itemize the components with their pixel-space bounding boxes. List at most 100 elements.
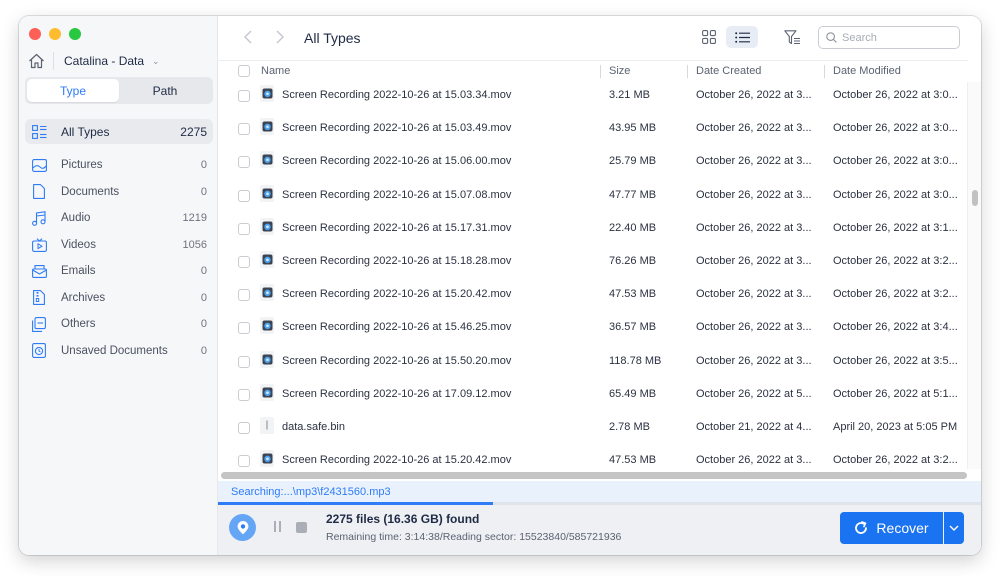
table-row[interactable]: data.safe.bin 2.78 MB October 21, 2022 at … xyxy=(218,415,968,448)
sidebar-item-label: Archives xyxy=(61,291,106,304)
table-row[interactable]: Screen Recording 2022-10-26 at 15.07.08.… xyxy=(218,183,968,216)
search-input[interactable] xyxy=(842,31,952,44)
stop-button[interactable] xyxy=(296,522,307,533)
file-size: 2.78 MB xyxy=(609,421,650,433)
filter-icon xyxy=(783,29,800,44)
video-icon xyxy=(31,237,47,253)
home-icon[interactable] xyxy=(27,52,45,70)
sidebar-item-count: 0 xyxy=(200,344,207,357)
list-view-button[interactable] xyxy=(726,26,758,48)
video-file-icon xyxy=(260,85,274,102)
table-row[interactable]: Screen Recording 2022-10-26 at 15.03.34.… xyxy=(218,83,968,116)
close-window-button[interactable] xyxy=(29,28,41,40)
zoom-window-button[interactable] xyxy=(69,28,81,40)
sidebar-item-archives[interactable]: Archives 0 xyxy=(25,285,213,312)
search-box[interactable] xyxy=(818,26,960,49)
sidebar-item-others[interactable]: Others 0 xyxy=(25,311,213,338)
recover-button[interactable]: Recover xyxy=(840,512,943,544)
row-checkbox[interactable] xyxy=(238,322,250,335)
vertical-scrollbar-thumb[interactable] xyxy=(972,190,978,206)
table-row[interactable]: Screen Recording 2022-10-26 at 15.17.31.… xyxy=(218,216,968,249)
sidebar-item-videos[interactable]: Videos 1056 xyxy=(25,232,213,259)
sidebar-item-count: 0 xyxy=(200,318,207,331)
row-checkbox[interactable] xyxy=(238,388,250,401)
column-header-name[interactable]: Name xyxy=(261,65,290,77)
table-row[interactable]: Screen Recording 2022-10-26 at 15.46.25.… xyxy=(218,315,968,348)
row-checkbox[interactable] xyxy=(238,123,250,136)
column-header-size[interactable]: Size xyxy=(609,65,630,77)
sidebar-item-unsaved-documents[interactable]: Unsaved Documents 0 xyxy=(25,338,213,365)
row-checkbox[interactable] xyxy=(238,455,250,468)
main-panel: All Types Name Size Date Created Dat xyxy=(218,16,981,555)
all-types-icon xyxy=(31,124,47,140)
date-created: October 26, 2022 at 3... xyxy=(696,188,812,201)
date-modified: October 26, 2022 at 3:0... xyxy=(833,155,958,168)
column-divider[interactable] xyxy=(687,65,688,78)
sidebar-item-all-types[interactable]: All Types 2275 xyxy=(25,119,213,144)
video-file-icon xyxy=(260,217,274,235)
date-created: October 26, 2022 at 3... xyxy=(696,122,812,135)
pause-button[interactable] xyxy=(271,521,283,535)
sidebar-item-documents[interactable]: Documents 0 xyxy=(25,179,213,206)
unsaved-document-icon xyxy=(31,343,47,359)
row-checkbox[interactable] xyxy=(238,90,250,102)
app-window: Catalina - Data ⌄ Type Path All Types 22… xyxy=(19,16,981,555)
table-row[interactable]: Screen Recording 2022-10-26 at 15.18.28.… xyxy=(218,249,968,282)
date-created: October 26, 2022 at 5... xyxy=(696,387,812,400)
row-checkbox[interactable] xyxy=(238,289,250,302)
back-button[interactable] xyxy=(240,28,256,46)
date-modified: October 26, 2022 at 3:2... xyxy=(833,454,958,467)
row-checkbox[interactable] xyxy=(238,422,250,434)
select-all-checkbox[interactable] xyxy=(238,65,250,77)
table-row[interactable]: Screen Recording 2022-10-26 at 17.09.12.… xyxy=(218,382,968,415)
grid-view-button[interactable] xyxy=(696,26,722,48)
document-icon xyxy=(31,184,47,200)
file-size: 47.53 MB xyxy=(609,454,657,467)
column-header-date-modified[interactable]: Date Modified xyxy=(833,65,901,77)
drive-selector[interactable]: Catalina - Data ⌄ xyxy=(27,50,212,72)
sidebar-item-label: Unsaved Documents xyxy=(61,344,168,357)
file-size: 25.79 MB xyxy=(609,155,657,168)
searching-path-text: Searching:...\mp3\f2431560.mp3 xyxy=(231,486,391,498)
file-name: Screen Recording 2022-10-26 at 17.09.12.… xyxy=(282,387,512,400)
sidebar-item-audio[interactable]: Audio 1219 xyxy=(25,205,213,232)
date-created: October 26, 2022 at 3... xyxy=(696,255,812,267)
minimize-window-button[interactable] xyxy=(49,28,61,40)
sidebar-item-emails[interactable]: Emails 0 xyxy=(25,258,213,285)
file-size: 36.57 MB xyxy=(609,321,657,334)
date-modified: October 26, 2022 at 3:2... xyxy=(833,288,958,301)
filter-button[interactable] xyxy=(782,27,802,47)
chevron-down-icon[interactable]: ⌄ xyxy=(152,56,160,67)
video-file-icon xyxy=(260,350,274,368)
row-checkbox[interactable] xyxy=(238,189,250,202)
vertical-scrollbar[interactable] xyxy=(967,82,981,469)
remaining-time-text: Remaining time: 3:14:38/Reading sector: … xyxy=(326,531,622,543)
tab-type[interactable]: Type xyxy=(27,79,119,102)
table-row[interactable]: Screen Recording 2022-10-26 at 15.20.42.… xyxy=(218,448,968,469)
row-checkbox[interactable] xyxy=(238,222,250,235)
row-checkbox[interactable] xyxy=(238,256,250,268)
row-checkbox[interactable] xyxy=(238,355,250,368)
grid-icon xyxy=(702,30,716,44)
row-checkbox[interactable] xyxy=(238,156,250,169)
date-created: October 26, 2022 at 3... xyxy=(696,354,812,367)
date-created: October 26, 2022 at 3... xyxy=(696,221,812,234)
forward-button[interactable] xyxy=(272,28,288,46)
horizontal-scrollbar[interactable] xyxy=(221,472,967,479)
column-header-date-created[interactable]: Date Created xyxy=(696,65,761,77)
search-status-bar: Searching:...\mp3\f2431560.mp3 xyxy=(218,481,981,502)
sidebar-item-count: 0 xyxy=(200,185,207,198)
sidebar: Catalina - Data ⌄ Type Path All Types 22… xyxy=(19,16,218,555)
tab-path[interactable]: Path xyxy=(119,79,211,102)
column-divider[interactable] xyxy=(824,65,825,78)
table-row[interactable]: Screen Recording 2022-10-26 at 15.06.00.… xyxy=(218,149,968,182)
table-row[interactable]: Screen Recording 2022-10-26 at 15.03.49.… xyxy=(218,116,968,149)
window-controls xyxy=(29,28,81,40)
recover-options-dropdown[interactable] xyxy=(944,512,964,544)
video-file-icon xyxy=(260,383,274,401)
column-divider[interactable] xyxy=(600,65,601,78)
sidebar-item-pictures[interactable]: Pictures 0 xyxy=(25,152,213,179)
table-row[interactable]: Screen Recording 2022-10-26 at 15.50.20.… xyxy=(218,349,968,382)
table-row[interactable]: Screen Recording 2022-10-26 at 15.20.42.… xyxy=(218,282,968,315)
date-created: October 26, 2022 at 3... xyxy=(696,288,812,301)
